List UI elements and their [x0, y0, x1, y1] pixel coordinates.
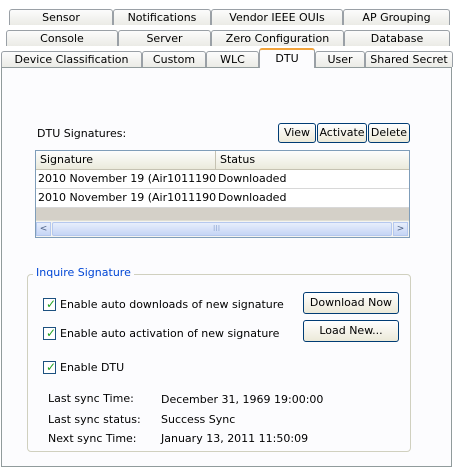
column-header-status[interactable]: Status: [216, 151, 409, 169]
check-mark-icon: ✓: [46, 297, 57, 311]
cell-status: Downloaded: [218, 191, 287, 204]
auto-download-checkbox[interactable]: ✓: [43, 297, 57, 311]
tab-custom[interactable]: Custom: [142, 51, 206, 67]
table-row[interactable]: 2010 November 19 (Air10111902) Downloade…: [36, 189, 409, 208]
download-now-button[interactable]: Download Now: [303, 292, 399, 314]
tab-device-classification[interactable]: Device Classification: [1, 51, 142, 67]
horizontal-scrollbar[interactable]: < III >: [36, 220, 409, 237]
auto-activation-checkbox[interactable]: ✓: [43, 326, 57, 340]
last-sync-time-label: Last sync Time:: [48, 392, 134, 405]
cell-signature: 2010 November 19 (Air10111902): [38, 191, 216, 204]
tab-server[interactable]: Server: [118, 30, 211, 46]
view-button[interactable]: View: [278, 123, 316, 143]
tab-sensor[interactable]: Sensor: [9, 9, 113, 25]
check-mark-icon: ✓: [46, 360, 57, 374]
enable-dtu-label[interactable]: Enable DTU: [60, 361, 124, 374]
delete-button[interactable]: Delete: [368, 123, 410, 143]
dtu-signatures-label: DTU Signatures:: [37, 127, 127, 140]
scroll-thumb[interactable]: III: [52, 222, 392, 236]
tab-dtu[interactable]: DTU: [259, 48, 315, 68]
tab-zero-configuration[interactable]: Zero Configuration: [211, 30, 344, 46]
list-header: Signature Status: [36, 151, 409, 170]
check-mark-icon: ✓: [46, 326, 57, 340]
thumb-grip-icon: III: [213, 224, 221, 233]
tab-wlc[interactable]: WLC: [206, 51, 259, 67]
enable-dtu-checkbox[interactable]: ✓: [43, 360, 57, 374]
tab-database[interactable]: Database: [344, 30, 450, 46]
tab-ap-grouping[interactable]: AP Grouping: [343, 9, 450, 25]
tab-row-1: Sensor Notifications Vendor IEEE OUIs AP…: [0, 9, 473, 26]
last-sync-time-value: December 31, 1969 19:00:00: [161, 393, 324, 406]
tab-console[interactable]: Console: [6, 30, 118, 46]
inquire-signature-title: Inquire Signature: [33, 266, 134, 279]
tab-row-2: Console Server Zero Configuration Databa…: [0, 30, 473, 47]
load-new-button[interactable]: Load New...: [303, 320, 399, 342]
tab-row-3: Device Classification Custom WLC DTU Use…: [0, 48, 473, 68]
last-sync-status-label: Last sync status:: [48, 413, 141, 426]
last-sync-status-value: Success Sync: [161, 413, 236, 426]
next-sync-time-label: Next sync Time:: [48, 432, 137, 445]
signature-list[interactable]: Signature Status 2010 November 19 (Air10…: [35, 150, 410, 238]
cell-status: Downloaded: [218, 172, 287, 185]
auto-activation-label[interactable]: Enable auto activation of new signature: [60, 327, 279, 340]
tab-user[interactable]: User: [315, 51, 365, 67]
tab-vendor-ieee-ouis[interactable]: Vendor IEEE OUIs: [211, 9, 343, 25]
tab-shared-secret[interactable]: Shared Secret: [365, 51, 453, 67]
scroll-right-icon[interactable]: >: [393, 222, 408, 236]
next-sync-time-value: January 13, 2011 11:50:09: [161, 432, 309, 445]
column-header-signature[interactable]: Signature: [36, 151, 216, 169]
activate-button[interactable]: Activate: [317, 123, 367, 143]
auto-download-label[interactable]: Enable auto downloads of new signature: [60, 298, 284, 311]
tab-notifications[interactable]: Notifications: [113, 9, 211, 25]
cell-signature: 2010 November 19 (Air10111901): [38, 172, 216, 185]
table-row[interactable]: 2010 November 19 (Air10111901) Downloade…: [36, 170, 409, 189]
scroll-left-icon[interactable]: <: [36, 222, 51, 236]
